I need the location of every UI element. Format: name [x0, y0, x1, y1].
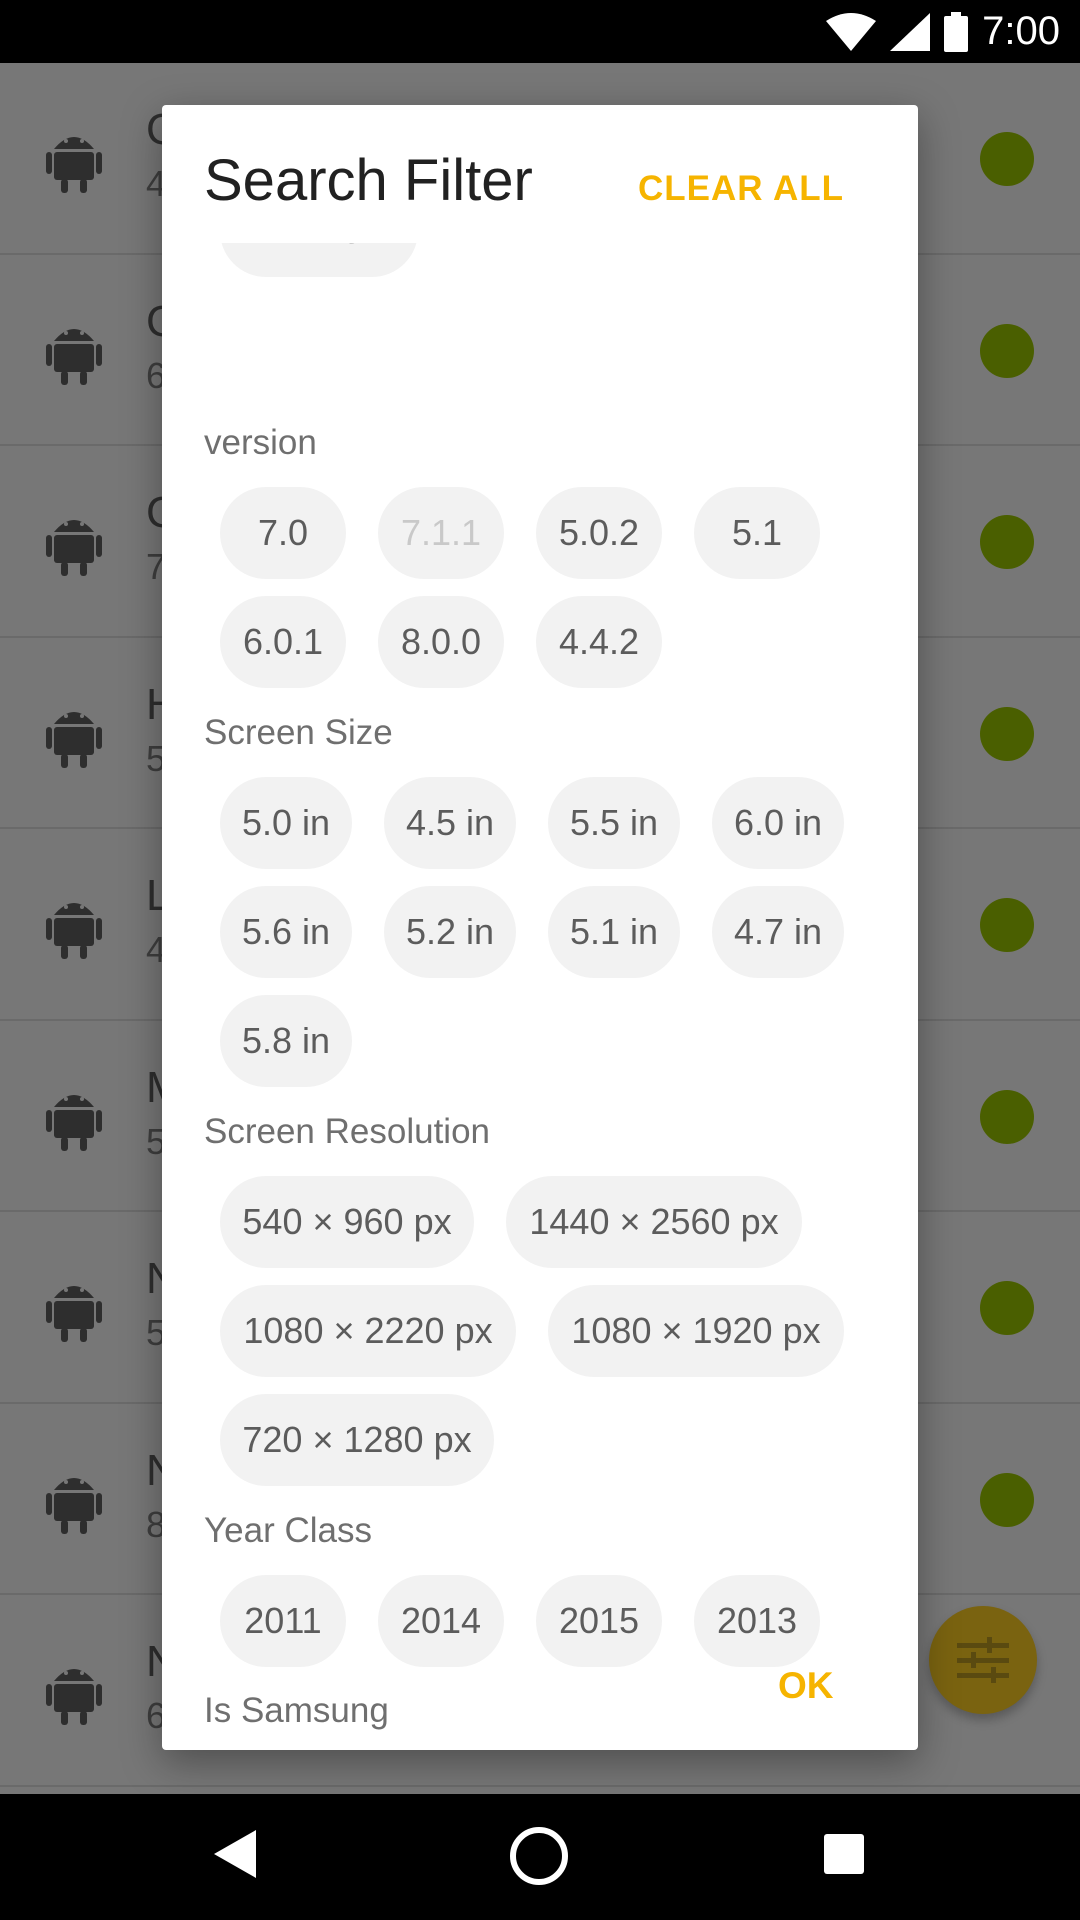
- status-dot: [980, 515, 1034, 569]
- filter-chip[interactable]: 4.5 in: [384, 777, 516, 869]
- status-icons: 7:00: [826, 0, 1060, 63]
- status-dot: [980, 1089, 1034, 1144]
- status-dot: [980, 1281, 1034, 1335]
- status-dot: [980, 323, 1034, 378]
- search-filter-dialog: Search Filter CLEAR ALL ANDROID version …: [162, 105, 918, 1750]
- android-icon: [46, 1286, 102, 1342]
- filter-chip[interactable]: 6.0.1: [220, 596, 346, 688]
- status-dot: [980, 706, 1034, 761]
- filter-chip[interactable]: ANDROID: [220, 243, 418, 277]
- battery-icon: [944, 11, 969, 52]
- android-icon: [46, 1477, 102, 1534]
- filter-chip[interactable]: 1440 × 2560 px: [506, 1176, 802, 1268]
- status-dot: [980, 1472, 1034, 1527]
- filter-chip[interactable]: 4.4.2: [536, 596, 662, 688]
- android-icon: [46, 1669, 102, 1725]
- filter-chip[interactable]: 4.7 in: [712, 886, 844, 978]
- android-icon: [46, 1094, 102, 1151]
- status-bar: 7:00: [0, 0, 1080, 63]
- ok-button[interactable]: OK: [778, 1665, 834, 1707]
- section-label-screen-size: Screen Size: [204, 713, 393, 752]
- filter-chip[interactable]: 6.0 in: [712, 777, 844, 869]
- filter-chip[interactable]: 540 × 960 px: [220, 1176, 474, 1268]
- status-dot: [980, 898, 1034, 952]
- section-label-is-samsung: Is Samsung: [204, 1691, 389, 1730]
- status-time: 7:00: [982, 9, 1060, 53]
- filter-chip[interactable]: 5.1: [694, 487, 820, 579]
- signal-icon: [890, 12, 931, 51]
- back-icon[interactable]: [214, 1830, 256, 1878]
- filter-chip[interactable]: 720 × 1280 px: [220, 1394, 494, 1486]
- clear-all-button[interactable]: CLEAR ALL: [638, 169, 844, 209]
- android-icon: [46, 903, 102, 959]
- filter-chip[interactable]: 5.5 in: [548, 777, 680, 869]
- recents-icon[interactable]: [824, 1834, 864, 1874]
- android-icon: [46, 328, 102, 385]
- android-icon: [46, 520, 102, 576]
- dialog-title: Search Filter: [204, 148, 533, 213]
- filter-chip[interactable]: 7.0: [220, 487, 346, 579]
- filter-chip[interactable]: 5.2 in: [384, 886, 516, 978]
- filter-chip[interactable]: 1080 × 2220 px: [220, 1285, 516, 1377]
- section-label-version: version: [204, 423, 317, 462]
- filter-chip[interactable]: 2013: [694, 1575, 820, 1667]
- filter-chip[interactable]: 5.8 in: [220, 995, 352, 1087]
- android-icon: [46, 711, 102, 768]
- section-label-screen-resolution: Screen Resolution: [204, 1112, 490, 1151]
- home-icon[interactable]: [509, 1826, 569, 1886]
- filter-chip[interactable]: 5.0 in: [220, 777, 352, 869]
- filter-scroll-area[interactable]: ANDROID version 7.0 7.1.1 5.0.2 5.1 6.0.…: [162, 243, 918, 1733]
- wifi-icon: [826, 12, 877, 51]
- tune-icon: [957, 1637, 1009, 1683]
- section-label-year-class: Year Class: [204, 1511, 372, 1550]
- filter-chip-disabled: 7.1.1: [378, 487, 504, 579]
- filter-chip[interactable]: 1080 × 1920 px: [548, 1285, 844, 1377]
- filter-chip[interactable]: 8.0.0: [378, 596, 504, 688]
- filter-fab[interactable]: [929, 1606, 1037, 1714]
- status-dot: [980, 132, 1034, 186]
- filter-chip[interactable]: 2011: [220, 1575, 346, 1667]
- filter-chip[interactable]: 5.6 in: [220, 886, 352, 978]
- filter-chip[interactable]: 5.0.2: [536, 487, 662, 579]
- filter-chip[interactable]: 2015: [536, 1575, 662, 1667]
- filter-chip[interactable]: 5.1 in: [548, 886, 680, 978]
- navigation-bar: [0, 1794, 1080, 1920]
- android-icon: [46, 137, 102, 193]
- filter-chip[interactable]: 2014: [378, 1575, 504, 1667]
